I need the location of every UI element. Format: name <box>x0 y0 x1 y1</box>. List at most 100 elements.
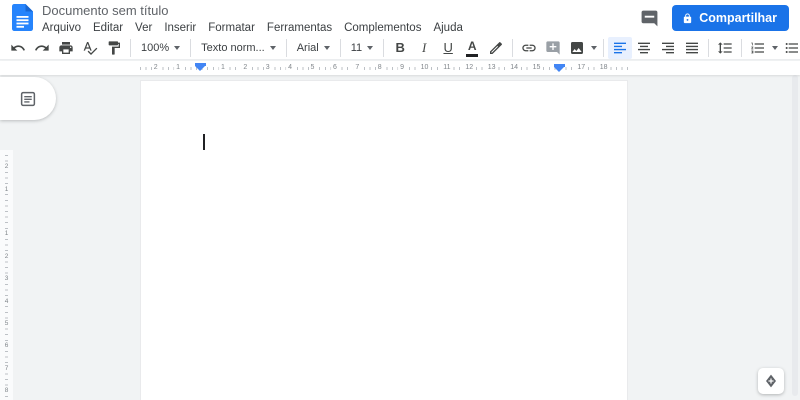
left-indent-marker[interactable] <box>195 63 206 71</box>
ruler-number: 6 <box>330 61 339 75</box>
ruler-number: 14 <box>508 61 520 75</box>
toolbar-divider <box>603 38 605 57</box>
explore-diamond-icon <box>766 374 776 388</box>
ruler-number: 3 <box>0 275 13 284</box>
show-outline-button[interactable] <box>0 77 56 120</box>
redo-button[interactable] <box>30 37 54 59</box>
align-center-button[interactable] <box>632 37 656 59</box>
toolbar-divider <box>285 38 287 57</box>
highlighter-icon <box>490 41 503 54</box>
header-right: Compartilhar <box>639 0 789 36</box>
chevron-down-icon <box>367 45 374 50</box>
text-cursor <box>203 134 205 150</box>
document-title[interactable]: Documento sem título <box>42 3 469 19</box>
ruler-number: 1 <box>0 230 13 239</box>
ruler-number: 2 <box>241 61 250 75</box>
explore-button[interactable] <box>758 368 784 394</box>
numbered-list-dropdown-icon[interactable] <box>772 45 779 50</box>
insert-link-button[interactable] <box>517 37 541 59</box>
header: Documento sem título Arquivo Editar Ver … <box>0 0 800 36</box>
menu-arquivo[interactable]: Arquivo <box>36 21 87 35</box>
toolbar-divider <box>339 38 341 57</box>
docs-logo-icon[interactable] <box>12 4 33 31</box>
chevron-down-icon <box>323 45 330 50</box>
insert-image-button[interactable] <box>565 37 589 59</box>
menu-editar[interactable]: Editar <box>87 21 129 35</box>
align-right-button[interactable] <box>656 37 680 59</box>
ruler-number: 12 <box>463 61 476 75</box>
spellcheck-button[interactable] <box>78 37 102 59</box>
ruler-number: 18 <box>597 61 610 75</box>
align-left-button[interactable] <box>608 36 633 59</box>
font-size-value: 11 <box>350 41 363 54</box>
line-spacing-button[interactable] <box>713 37 737 59</box>
undo-button[interactable] <box>6 37 30 59</box>
menu-ajuda[interactable]: Ajuda <box>427 21 468 35</box>
font-family-select[interactable]: Arial <box>291 37 336 59</box>
ruler-number: 5 <box>0 320 13 328</box>
document-outline-icon <box>20 91 36 106</box>
text-color-button[interactable]: A <box>460 37 484 59</box>
toolbar-divider <box>190 38 192 57</box>
toolbar: 100% Texto norm... Arial 11 B I U A <box>0 36 800 60</box>
menu-formatar[interactable]: Formatar <box>202 21 261 35</box>
toolbar-divider <box>383 38 385 57</box>
ruler-number: 2 <box>0 163 13 172</box>
menu-ver[interactable]: Ver <box>129 21 158 35</box>
vertical-scrollbar[interactable] <box>792 75 798 396</box>
bold-button[interactable]: B <box>388 37 412 59</box>
vertical-ruler[interactable]: 211234567891011 <box>0 150 13 400</box>
toolbar-divider <box>512 38 514 57</box>
zoom-select[interactable]: 100% <box>135 37 186 59</box>
font-value: Arial <box>296 41 319 54</box>
add-comment-button[interactable] <box>541 37 565 59</box>
justify-button[interactable] <box>680 37 704 59</box>
ruler-number: 4 <box>286 61 295 75</box>
bulleted-list-button[interactable] <box>780 37 800 59</box>
title-block: Documento sem título Arquivo Editar Ver … <box>42 3 469 35</box>
bold-label: B <box>395 39 405 55</box>
share-button-label: Compartilhar <box>699 11 777 25</box>
open-comments-icon[interactable] <box>639 8 659 28</box>
paragraph-styles-select[interactable]: Texto norm... <box>195 37 282 59</box>
menu-ferramentas[interactable]: Ferramentas <box>261 21 338 35</box>
image-dropdown-icon[interactable] <box>591 45 598 50</box>
ruler-number: 2 <box>151 61 160 75</box>
document-canvas: 211234567891011 <box>0 75 800 400</box>
font-size-select[interactable]: 11 <box>345 37 379 59</box>
text-color-icon: A <box>466 38 479 57</box>
chevron-down-icon <box>174 45 181 50</box>
ruler-number: 1 <box>174 61 183 75</box>
print-button[interactable] <box>54 37 78 59</box>
ruler-number: 4 <box>0 297 13 306</box>
menu-complementos[interactable]: Complementos <box>338 21 427 35</box>
toolbar-divider <box>130 38 131 57</box>
ruler-number: 5 <box>308 61 317 75</box>
paint-format-button[interactable] <box>102 37 126 59</box>
ruler-number: 3 <box>263 61 272 75</box>
styles-value: Texto norm... <box>201 41 265 54</box>
italic-label: I <box>421 39 427 55</box>
ruler-number: 1 <box>218 61 227 75</box>
lock-icon <box>684 12 692 23</box>
ruler-number: 7 <box>0 364 13 373</box>
ruler-number: 8 <box>0 387 13 396</box>
italic-button[interactable]: I <box>412 37 436 59</box>
underline-button[interactable]: U <box>436 37 460 59</box>
ruler-number: 17 <box>575 61 588 75</box>
ruler-number: 11 <box>441 61 453 75</box>
zoom-value: 100% <box>141 41 170 54</box>
menubar: Arquivo Editar Ver Inserir Formatar Ferr… <box>36 21 469 35</box>
horizontal-ruler[interactable]: 2 1 1 2 3 4 5 6 7 8 9 10 11 12 13 14 15 17 18 <box>0 61 800 75</box>
ruler-number: 6 <box>0 342 13 351</box>
highlight-color-button[interactable] <box>484 37 508 59</box>
right-indent-marker[interactable] <box>554 64 565 72</box>
google-docs-app: Documento sem título Arquivo Editar Ver … <box>0 0 800 400</box>
toolbar-divider <box>741 38 743 57</box>
document-page[interactable] <box>140 80 628 400</box>
ruler-number: 2 <box>0 252 13 261</box>
menu-inserir[interactable]: Inserir <box>158 21 202 35</box>
share-button[interactable]: Compartilhar <box>672 5 789 31</box>
numbered-list-button[interactable] <box>746 37 770 59</box>
ruler-number: 13 <box>485 61 498 75</box>
